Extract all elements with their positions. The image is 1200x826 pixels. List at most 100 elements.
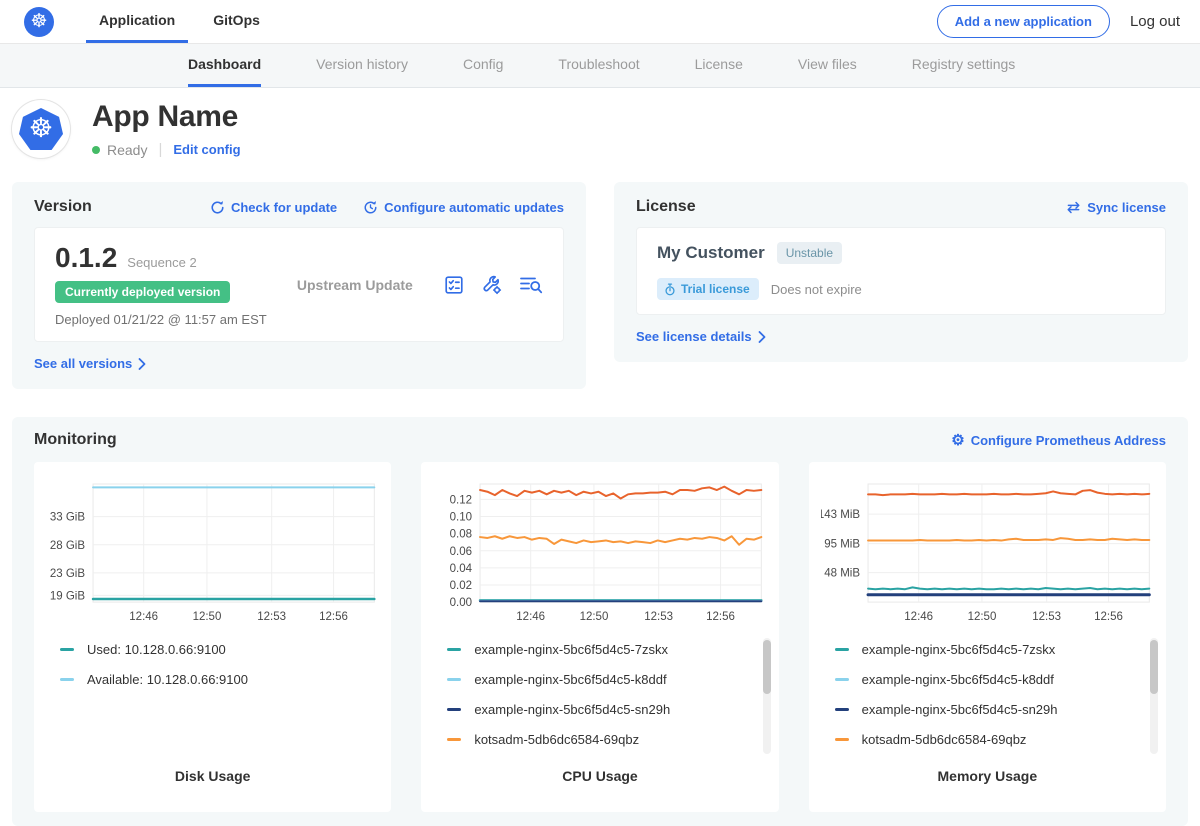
tab-dashboard[interactable]: Dashboard <box>188 44 261 87</box>
sync-arrows-icon <box>1066 201 1081 214</box>
update-type-label: Upstream Update <box>267 277 443 293</box>
nav-tab-label: GitOps <box>213 12 260 28</box>
configure-automatic-updates-link[interactable]: Configure automatic updates <box>363 200 564 215</box>
legend-label: example-nginx-5bc6f5d4c5-7zskx <box>474 642 668 657</box>
memory-usage-chart-card: 12:4612:5012:5312:56143 MiB95 MiB48 MiB … <box>809 462 1166 812</box>
svg-text:12:50: 12:50 <box>967 611 996 623</box>
legend-scrollbar-thumb[interactable] <box>1150 640 1158 694</box>
svg-text:0.08: 0.08 <box>450 529 472 541</box>
legend-item: example-nginx-5bc6f5d4c5-sn29h <box>447 702 766 717</box>
legend-item: kotsadm-5db6dc6584-69qbz <box>835 732 1154 747</box>
svg-text:95 MiB: 95 MiB <box>824 539 860 551</box>
svg-text:12:46: 12:46 <box>517 611 546 623</box>
status-ready-dot <box>92 146 100 154</box>
legend-label: example-nginx-5bc6f5d4c5-sn29h <box>474 702 670 717</box>
sync-license-link[interactable]: Sync license <box>1066 200 1166 215</box>
preflight-checklist-icon[interactable] <box>443 274 465 296</box>
legend-item: kotsadm-5db6dc6584-69qbz <box>447 732 766 747</box>
gear-icon: ⚙ <box>951 433 964 448</box>
kubernetes-logo-icon[interactable]: ☸ <box>24 7 54 37</box>
configure-prometheus-link[interactable]: ⚙ Configure Prometheus Address <box>951 433 1166 448</box>
add-new-application-button[interactable]: Add a new application <box>937 5 1110 38</box>
legend-item: example-nginx-5bc6f5d4c5-7zskx <box>835 642 1154 657</box>
disk-usage-chart: 12:4612:5012:5312:5633 GiB28 GiB23 GiB19… <box>46 476 379 628</box>
svg-text:12:50: 12:50 <box>193 611 222 623</box>
disk-usage-chart-card: 12:4612:5012:5312:5633 GiB28 GiB23 GiB19… <box>34 462 391 812</box>
configure-prometheus-label: Configure Prometheus Address <box>971 433 1166 448</box>
view-logs-icon[interactable] <box>519 275 543 295</box>
legend-color-dash <box>60 648 74 651</box>
svg-text:23 GiB: 23 GiB <box>50 568 85 580</box>
edit-config-link[interactable]: Edit config <box>173 142 240 157</box>
legend-item: example-nginx-5bc6f5d4c5-sn29h <box>835 702 1154 717</box>
nav-tab-application[interactable]: Application <box>86 0 188 43</box>
divider: | <box>158 141 162 158</box>
deployed-timestamp: Deployed 01/21/22 @ 11:57 am EST <box>55 312 267 327</box>
config-wrench-icon[interactable] <box>481 274 503 296</box>
svg-text:48 MiB: 48 MiB <box>824 568 860 580</box>
svg-text:12:53: 12:53 <box>257 611 286 623</box>
svg-text:12:53: 12:53 <box>645 611 674 623</box>
legend-label: kotsadm-5db6dc6584-69qbz <box>862 732 1027 747</box>
legend-label: example-nginx-5bc6f5d4c5-sn29h <box>862 702 1058 717</box>
logout-button[interactable]: Log out <box>1130 13 1180 30</box>
configure-automatic-updates-label: Configure automatic updates <box>384 200 564 215</box>
chevron-right-icon <box>758 331 766 343</box>
svg-text:12:46: 12:46 <box>129 611 158 623</box>
tab-view-files[interactable]: View files <box>798 44 857 87</box>
svg-text:12:46: 12:46 <box>904 611 933 623</box>
svg-text:12:56: 12:56 <box>706 611 735 623</box>
see-license-details-link[interactable]: See license details <box>636 329 766 344</box>
disk-usage-legend: Used: 10.128.0.66:9100 Available: 10.128.… <box>46 642 379 764</box>
sequence-label: Sequence 2 <box>127 255 196 270</box>
memory-usage-legend: example-nginx-5bc6f5d4c5-7zskx example-ng… <box>821 642 1154 764</box>
legend-item: example-nginx-5bc6f5d4c5-7zskx <box>447 642 766 657</box>
tab-license[interactable]: License <box>695 44 743 87</box>
top-navigation: ☸ Application GitOps Add a new applicati… <box>0 0 1200 44</box>
refresh-icon <box>210 200 225 215</box>
stopwatch-icon <box>664 283 676 296</box>
see-all-versions-link[interactable]: See all versions <box>34 356 146 371</box>
tab-registry-settings[interactable]: Registry settings <box>912 44 1015 87</box>
legend-label: Available: 10.128.0.66:9100 <box>87 672 248 687</box>
clock-refresh-icon <box>363 200 378 215</box>
legend-color-dash <box>835 648 849 651</box>
legend-scrollbar-thumb[interactable] <box>763 640 771 694</box>
legend-item: example-nginx-5bc6f5d4c5-k8ddf <box>835 672 1154 687</box>
version-card-title: Version <box>34 198 92 216</box>
chart-title: Memory Usage <box>821 768 1154 784</box>
nav-tab-gitops[interactable]: GitOps <box>200 0 273 43</box>
svg-text:0.00: 0.00 <box>450 597 472 609</box>
svg-text:33 GiB: 33 GiB <box>50 512 85 524</box>
legend-color-dash <box>835 678 849 681</box>
svg-text:12:53: 12:53 <box>1032 611 1061 623</box>
cpu-usage-chart-card: 12:4612:5012:5312:560.120.100.080.060.04… <box>421 462 778 812</box>
legend-label: example-nginx-5bc6f5d4c5-k8ddf <box>474 672 666 687</box>
legend-scrollbar[interactable] <box>763 638 771 754</box>
legend-color-dash <box>447 708 461 711</box>
svg-text:0.04: 0.04 <box>450 563 473 575</box>
app-header: ☸ App Name Ready | Edit config <box>0 88 1200 172</box>
legend-color-dash <box>835 708 849 711</box>
check-for-update-link[interactable]: Check for update <box>210 200 337 215</box>
license-panel: My Customer Unstable Trial license Does … <box>636 227 1166 315</box>
check-for-update-label: Check for update <box>231 200 337 215</box>
legend-color-dash <box>835 738 849 741</box>
tab-troubleshoot[interactable]: Troubleshoot <box>558 44 639 87</box>
legend-scrollbar[interactable] <box>1150 638 1158 754</box>
tab-version-history[interactable]: Version history <box>316 44 408 87</box>
currently-deployed-badge: Currently deployed version <box>55 281 230 303</box>
legend-color-dash <box>447 648 461 651</box>
license-card-title: License <box>636 198 696 216</box>
legend-item: Used: 10.128.0.66:9100 <box>60 642 379 657</box>
app-sub-navigation: Dashboard Version history Config Trouble… <box>0 44 1200 88</box>
legend-color-dash <box>447 738 461 741</box>
trial-license-label: Trial license <box>681 282 750 296</box>
version-number: 0.1.2 <box>55 242 117 274</box>
app-icon: ☸ <box>12 100 70 158</box>
legend-label: kotsadm-5db6dc6584-69qbz <box>474 732 639 747</box>
legend-label: Used: 10.128.0.66:9100 <box>87 642 226 657</box>
nav-tab-label: Application <box>99 12 175 28</box>
cpu-usage-legend: example-nginx-5bc6f5d4c5-7zskx example-ng… <box>433 642 766 764</box>
tab-config[interactable]: Config <box>463 44 503 87</box>
